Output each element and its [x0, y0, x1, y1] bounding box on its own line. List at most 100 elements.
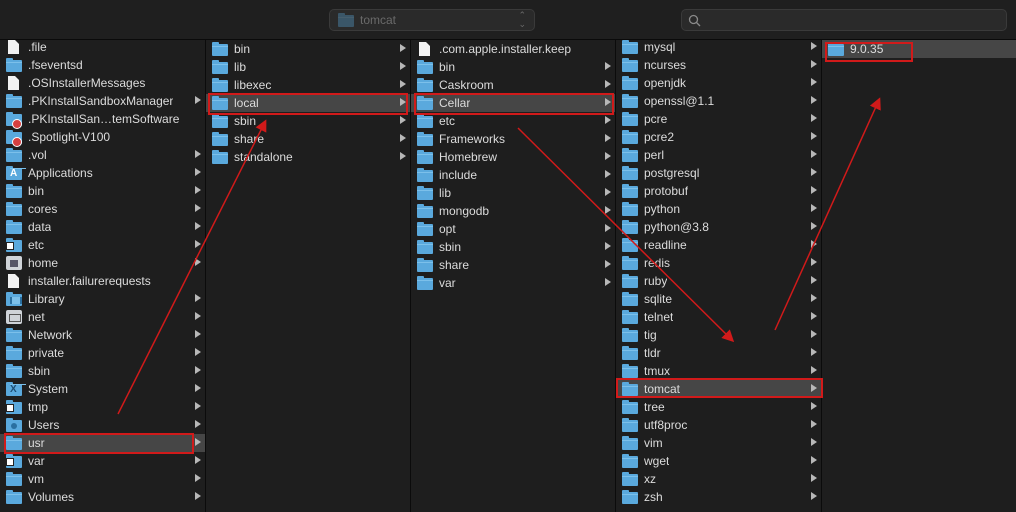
list-item-root-14[interactable]: Library: [0, 290, 205, 308]
column-root[interactable]: .file .fseventsd .OSInstallerMessages .PKIn…: [0, 40, 206, 512]
list-item-cellar-6[interactable]: perl: [616, 146, 821, 164]
list-item-root-6[interactable]: .vol: [0, 146, 205, 164]
system-folder-icon: [6, 381, 26, 396]
list-item-root-11[interactable]: etc: [0, 236, 205, 254]
list-item-cellar-15[interactable]: telnet: [616, 308, 821, 326]
list-item-cellar-5[interactable]: pcre2: [616, 128, 821, 146]
column-local[interactable]: .com.apple.installer.keep bin Caskroom Cell…: [411, 40, 616, 512]
list-item-root-13[interactable]: installer.failurerequests: [0, 272, 205, 290]
list-item-cellar-3[interactable]: openssl@1.1: [616, 92, 821, 110]
list-item-root-18[interactable]: sbin: [0, 362, 205, 380]
column-browser: .file .fseventsd .OSInstallerMessages .PKIn…: [0, 40, 1016, 512]
disclosure-arrow-icon: [400, 62, 406, 70]
list-item-root-7[interactable]: Applications: [0, 164, 205, 182]
list-item-root-0[interactable]: .file: [0, 40, 205, 56]
list-item-usr-0[interactable]: bin: [206, 40, 410, 58]
path-popup-button[interactable]: tomcat ⌃ ⌄: [329, 9, 535, 31]
list-item-local-10[interactable]: opt: [411, 220, 615, 238]
list-item-usr-6[interactable]: standalone: [206, 148, 410, 166]
list-item-local-5[interactable]: Frameworks: [411, 130, 615, 148]
list-item-local-1[interactable]: bin: [411, 58, 615, 76]
list-item-root-8[interactable]: bin: [0, 182, 205, 200]
list-item-usr-2[interactable]: libexec: [206, 76, 410, 94]
disclosure-arrow-icon: [195, 312, 201, 320]
item-label: openssl@1.1: [644, 94, 715, 108]
list-item-cellar-23[interactable]: wget: [616, 452, 821, 470]
list-item-cellar-21[interactable]: utf8proc: [616, 416, 821, 434]
list-item-cellar-17[interactable]: tldr: [616, 344, 821, 362]
list-item-cellar-20[interactable]: tree: [616, 398, 821, 416]
list-item-root-17[interactable]: private: [0, 344, 205, 362]
list-item-root-12[interactable]: home: [0, 254, 205, 272]
list-item-local-9[interactable]: mongodb: [411, 202, 615, 220]
list-item-root-15[interactable]: net: [0, 308, 205, 326]
list-item-local-0[interactable]: .com.apple.installer.keep: [411, 40, 615, 58]
list-item-cellar-0[interactable]: mysql: [616, 40, 821, 56]
list-item-root-23[interactable]: var: [0, 452, 205, 470]
list-item-usr-3[interactable]: local: [206, 94, 410, 112]
list-item-usr-1[interactable]: lib: [206, 58, 410, 76]
folder-icon: [212, 95, 228, 110]
list-item-local-8[interactable]: lib: [411, 184, 615, 202]
list-item-cellar-11[interactable]: readline: [616, 236, 821, 254]
disclosure-arrow-icon: [811, 402, 817, 410]
list-item-root-10[interactable]: data: [0, 218, 205, 236]
list-item-root-9[interactable]: cores: [0, 200, 205, 218]
list-item-cellar-14[interactable]: sqlite: [616, 290, 821, 308]
list-item-root-21[interactable]: Users: [0, 416, 205, 434]
list-item-cellar-19[interactable]: tomcat: [616, 380, 821, 398]
list-item-root-25[interactable]: Volumes: [0, 488, 205, 506]
list-item-cellar-4[interactable]: pcre: [616, 110, 821, 128]
list-item-cellar-24[interactable]: xz: [616, 470, 821, 488]
file-icon: [8, 76, 19, 90]
list-item-cellar-18[interactable]: tmux: [616, 362, 821, 380]
list-item-local-2[interactable]: Caskroom: [411, 76, 615, 94]
list-item-cellar-25[interactable]: zsh: [616, 488, 821, 506]
list-item-root-4[interactable]: .PKInstallSan…temSoftware: [0, 110, 205, 129]
list-item-cellar-16[interactable]: tig: [616, 326, 821, 344]
item-label: data: [28, 220, 52, 234]
list-item-cellar-10[interactable]: python@3.8: [616, 218, 821, 236]
list-item-local-6[interactable]: Homebrew: [411, 148, 615, 166]
folder-icon: [828, 41, 844, 56]
folder-icon: [622, 57, 638, 72]
list-item-cellar-9[interactable]: python: [616, 200, 821, 218]
list-item-usr-4[interactable]: sbin: [206, 112, 410, 130]
list-item-cellar-12[interactable]: redis: [616, 254, 821, 272]
list-item-local-4[interactable]: etc: [411, 112, 615, 130]
list-item-root-19[interactable]: System: [0, 380, 205, 398]
column-cellar[interactable]: mysql ncurses openjdk openssl@1.1 pcre pcre2 p…: [616, 40, 822, 512]
disclosure-arrow-icon: [400, 134, 406, 142]
search-field[interactable]: [681, 9, 1007, 31]
list-item-root-1[interactable]: .fseventsd: [0, 56, 205, 74]
search-icon: [688, 14, 701, 26]
list-item-local-11[interactable]: sbin: [411, 238, 615, 256]
folder-icon: [622, 147, 638, 162]
list-item-root-16[interactable]: Network: [0, 326, 205, 344]
disclosure-arrow-icon: [811, 348, 817, 356]
list-item-cellar-1[interactable]: ncurses: [616, 56, 821, 74]
column-tomcat[interactable]: 9.0.35: [822, 40, 1016, 512]
list-item-cellar-7[interactable]: postgresql: [616, 164, 821, 182]
list-item-root-24[interactable]: vm: [0, 470, 205, 488]
list-item-root-20[interactable]: tmp: [0, 398, 205, 416]
list-item-local-13[interactable]: var: [411, 274, 615, 292]
item-label: home: [28, 256, 59, 270]
list-item-cellar-2[interactable]: openjdk: [616, 74, 821, 92]
list-item-root-3[interactable]: .PKInstallSandboxManager: [0, 92, 205, 110]
list-item-root-5[interactable]: .Spotlight-V100: [0, 128, 205, 147]
list-item-usr-5[interactable]: share: [206, 130, 410, 148]
list-item-root-22[interactable]: usr: [0, 434, 205, 452]
list-item-local-7[interactable]: include: [411, 166, 615, 184]
list-item-root-2[interactable]: .OSInstallerMessages: [0, 74, 205, 92]
list-item-cellar-13[interactable]: ruby: [616, 272, 821, 290]
list-item-local-3[interactable]: Cellar: [411, 94, 615, 112]
disclosure-arrow-icon: [605, 188, 611, 196]
list-item-cellar-22[interactable]: vim: [616, 434, 821, 452]
list-item-local-12[interactable]: share: [411, 256, 615, 274]
search-input[interactable]: [705, 13, 1000, 27]
list-item-tomcat-0[interactable]: 9.0.35: [822, 40, 1016, 58]
folder-icon: [6, 201, 22, 216]
list-item-cellar-8[interactable]: protobuf: [616, 182, 821, 200]
column-usr[interactable]: bin lib libexec local sbin share standalone: [206, 40, 411, 512]
